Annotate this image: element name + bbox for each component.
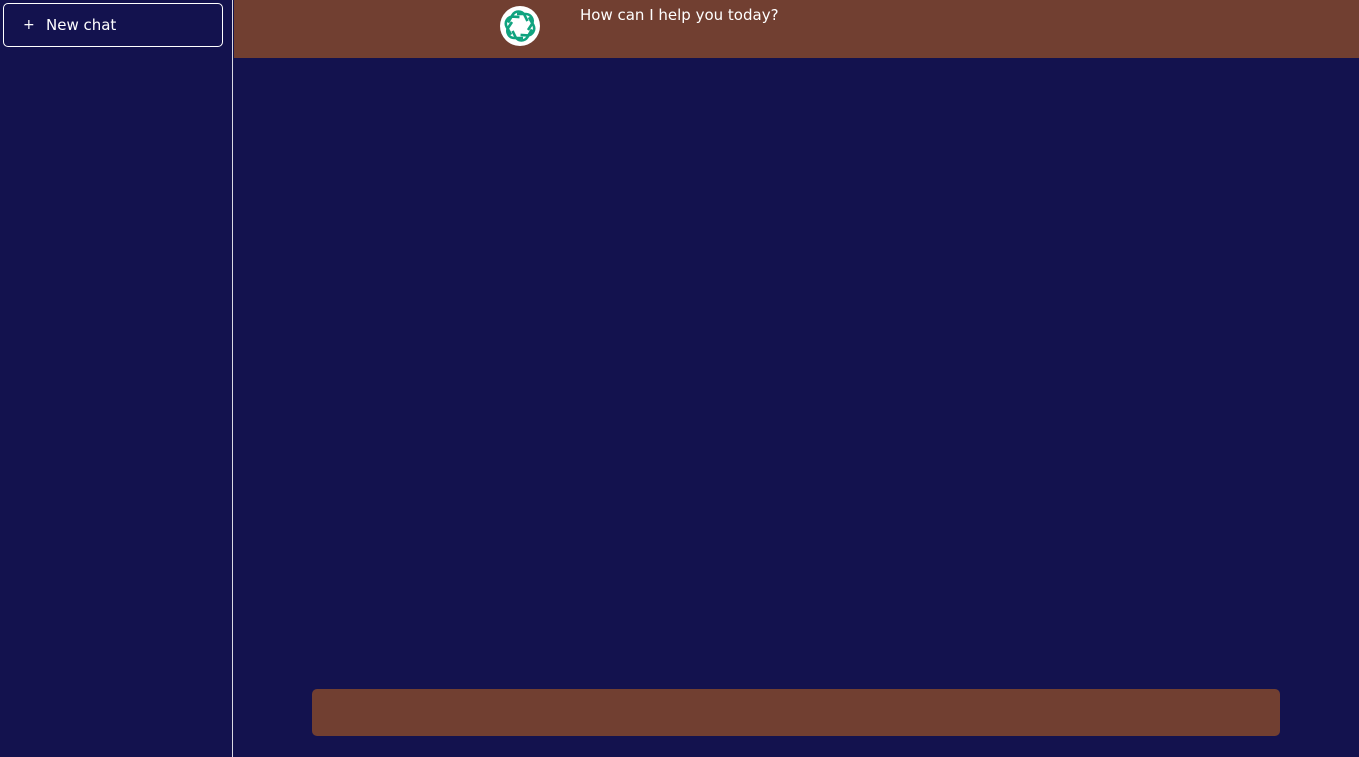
openai-logo-svg	[504, 10, 536, 42]
message-text: How can I help you today?	[580, 6, 779, 24]
openai-logo-icon	[500, 6, 540, 46]
plus-icon: +	[23, 17, 35, 33]
chat-input[interactable]	[312, 689, 1280, 736]
new-chat-label: New chat	[46, 16, 117, 34]
assistant-message: How can I help you today?	[234, 0, 1359, 58]
new-chat-button[interactable]: + New chat	[3, 3, 223, 47]
sidebar: + New chat	[0, 0, 233, 757]
chat-app: + New chat How can I help you today?	[0, 0, 1359, 757]
